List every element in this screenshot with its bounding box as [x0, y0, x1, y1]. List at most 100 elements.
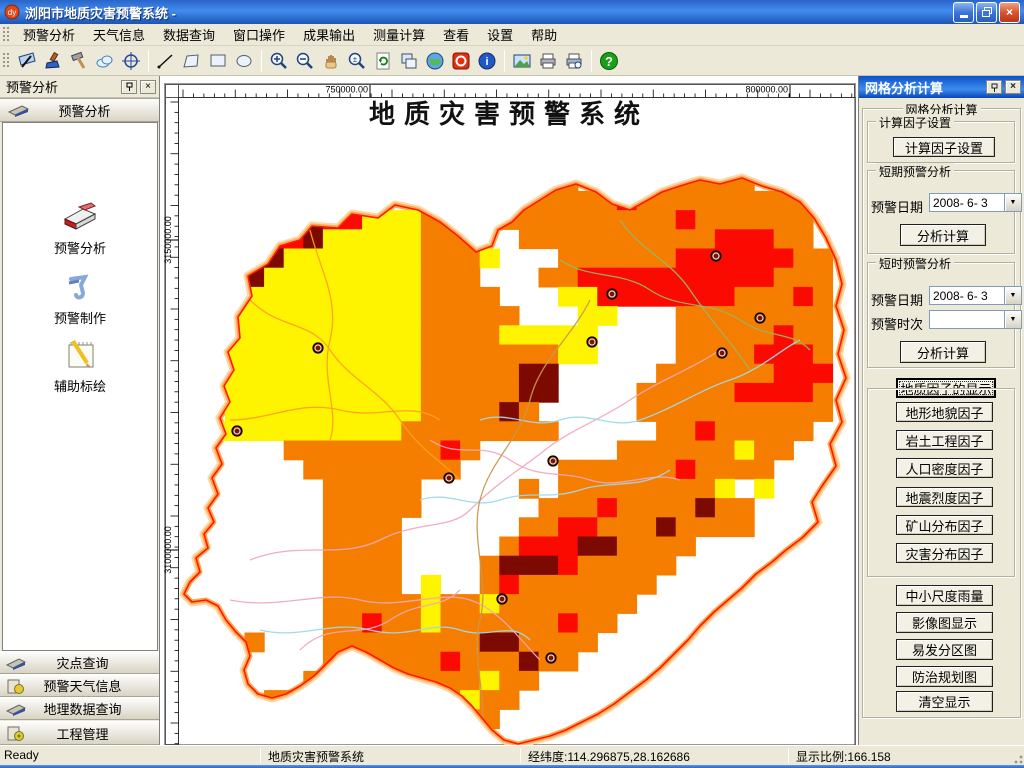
cloud-icon[interactable]: [92, 48, 118, 74]
pin-button[interactable]: [121, 79, 137, 94]
hammer-icon[interactable]: [66, 48, 92, 74]
svg-text:750000.00: 750000.00: [325, 85, 368, 95]
status-separator: [520, 748, 521, 763]
map-title: 地质灾害预警系统: [368, 100, 649, 130]
immediate-date-combo[interactable]: 2008- 6- 3 ▼: [929, 286, 1022, 305]
menu-help[interactable]: 帮助: [522, 22, 566, 47]
right-panel-title: 网格分析计算: [865, 80, 944, 96]
group-label: 短期预警分析: [876, 163, 955, 180]
print-preview-icon[interactable]: [561, 48, 587, 74]
menu-warning-analysis[interactable]: 预警分析: [14, 22, 84, 47]
book-icon: [63, 202, 97, 230]
section-warning-weather-info[interactable]: 预警天气信息: [0, 674, 159, 697]
chevron-down-icon[interactable]: ▼: [1004, 287, 1021, 304]
pan-icon[interactable]: [318, 48, 344, 74]
select-edit-icon[interactable]: [14, 48, 40, 74]
menubar-grip[interactable]: [3, 26, 10, 43]
immediate-time-combo[interactable]: ▼: [929, 310, 1022, 329]
menu-measure[interactable]: 测量计算: [364, 22, 434, 47]
chevron-down-icon[interactable]: ▼: [1004, 194, 1021, 211]
image-display-icon[interactable]: [509, 48, 535, 74]
zoom-out-icon[interactable]: [292, 48, 318, 74]
left-panel-header[interactable]: 预警分析: [0, 98, 159, 122]
menu-data-query[interactable]: 数据查询: [154, 22, 224, 47]
section-project-management[interactable]: 工程管理: [0, 721, 159, 745]
svg-text:i: i: [485, 56, 488, 68]
section-label: 预警天气信息: [43, 679, 122, 694]
status-scale: 显示比例:166.158: [796, 750, 891, 764]
left-panel-titlebar: 预警分析 ×: [0, 76, 159, 98]
polygon-tool-icon[interactable]: [179, 48, 205, 74]
minimize-button[interactable]: [953, 1, 974, 23]
zoom-in-icon[interactable]: [266, 48, 292, 74]
toolbar-separator: [591, 49, 592, 72]
date-label: 预警日期: [871, 293, 924, 308]
rainfall-button[interactable]: 中小尺度雨量: [896, 585, 993, 606]
layers-icon[interactable]: [396, 48, 422, 74]
imagery-button[interactable]: 影像图显示: [896, 612, 993, 633]
rectangle-tool-icon[interactable]: [205, 48, 231, 74]
chevron-down-icon[interactable]: ▼: [1004, 311, 1021, 328]
stamp-icon: [6, 657, 26, 670]
map-viewport[interactable]: 750000.00 800000.00 3150000.00 3100000.00: [160, 76, 858, 749]
close-button[interactable]: ×: [999, 1, 1020, 23]
close-panel-button[interactable]: ×: [1005, 80, 1021, 94]
right-panel: 网格分析计算 × 网格分析计算 计算因子设置 计算因子设置 短期预警分析 预警日…: [858, 76, 1024, 745]
mine-factor-button[interactable]: 矿山分布因子: [896, 515, 993, 535]
left-panel-title: 预警分析: [6, 80, 59, 95]
globe-icon[interactable]: [422, 48, 448, 74]
line-tool-icon[interactable]: [153, 48, 179, 74]
menu-settings[interactable]: 设置: [478, 22, 522, 47]
terrain-factor-button[interactable]: 地形地貌因子: [896, 402, 993, 422]
section-label: 地理数据查询: [43, 702, 122, 717]
menu-view[interactable]: 查看: [434, 22, 478, 47]
item-warning-production[interactable]: 预警制作: [3, 271, 157, 327]
svg-text:800000.00: 800000.00: [745, 85, 788, 95]
item-warning-analysis[interactable]: 预警分析: [3, 201, 157, 257]
population-factor-button[interactable]: 人口密度因子: [896, 458, 993, 478]
minimize-icon: [959, 15, 968, 18]
print-icon[interactable]: [535, 48, 561, 74]
left-panel-header-label: 预警分析: [58, 103, 111, 119]
pin-button[interactable]: [986, 80, 1002, 94]
immediate-analyze-button[interactable]: 分析计算: [900, 341, 986, 363]
toolbar-grip[interactable]: [3, 52, 10, 69]
section-disaster-point-query[interactable]: 灾点查询: [0, 651, 159, 674]
item-label: 辅助标绘: [53, 379, 106, 394]
seismic-factor-button[interactable]: 地震烈度因子: [896, 487, 993, 507]
item-auxiliary-plotting[interactable]: 辅助标绘: [3, 337, 157, 395]
notepad-pencil-icon: [68, 339, 94, 368]
susceptibility-map-button[interactable]: 易发分区图: [896, 639, 993, 660]
window-title: 浏阳市地质灾害预警系统 -: [25, 5, 176, 21]
calc-factor-settings-button[interactable]: 计算因子设置: [893, 137, 995, 157]
combo-value: 2008- 6- 3: [933, 196, 988, 210]
restore-button[interactable]: [976, 1, 997, 23]
close-icon: ×: [1005, 5, 1013, 19]
left-panel: 预警分析 × 预警分析 预警分析 预警制作 辅助标绘 灾点查询 预警天气信息 地…: [0, 76, 160, 745]
crosshair-icon[interactable]: [118, 48, 144, 74]
stamp-icon: [6, 703, 26, 716]
short-term-analyze-button[interactable]: 分析计算: [900, 224, 986, 246]
menu-weather-info[interactable]: 天气信息: [84, 22, 154, 47]
refresh-icon[interactable]: [370, 48, 396, 74]
left-panel-list: 预警分析 预警制作 辅助标绘: [2, 122, 158, 651]
menu-output[interactable]: 成果输出: [294, 22, 364, 47]
ellipse-tool-icon[interactable]: [231, 48, 257, 74]
resize-grip[interactable]: [1011, 752, 1023, 764]
zoom-extent-icon[interactable]: ±: [344, 48, 370, 74]
prevention-plan-button[interactable]: 防治规划图: [896, 666, 993, 687]
stop-icon[interactable]: [448, 48, 474, 74]
geotech-factor-button[interactable]: 岩土工程因子: [896, 430, 993, 450]
clear-display-button[interactable]: 清空显示: [896, 691, 993, 712]
menu-window-ops[interactable]: 窗口操作: [224, 22, 294, 47]
svg-text:?: ?: [605, 54, 613, 69]
close-panel-button[interactable]: ×: [140, 79, 156, 94]
map-canvas[interactable]: 750000.00 800000.00 3150000.00 3100000.00: [160, 76, 858, 749]
help-icon[interactable]: ?: [596, 48, 622, 74]
svg-text:3100000.00: 3100000.00: [163, 526, 173, 574]
brush-icon[interactable]: [40, 48, 66, 74]
section-geo-data-query[interactable]: 地理数据查询: [0, 697, 159, 720]
short-term-date-combo[interactable]: 2008- 6- 3 ▼: [929, 193, 1022, 212]
disaster-factor-button[interactable]: 灾害分布因子: [896, 543, 993, 563]
info-icon[interactable]: i: [474, 48, 500, 74]
